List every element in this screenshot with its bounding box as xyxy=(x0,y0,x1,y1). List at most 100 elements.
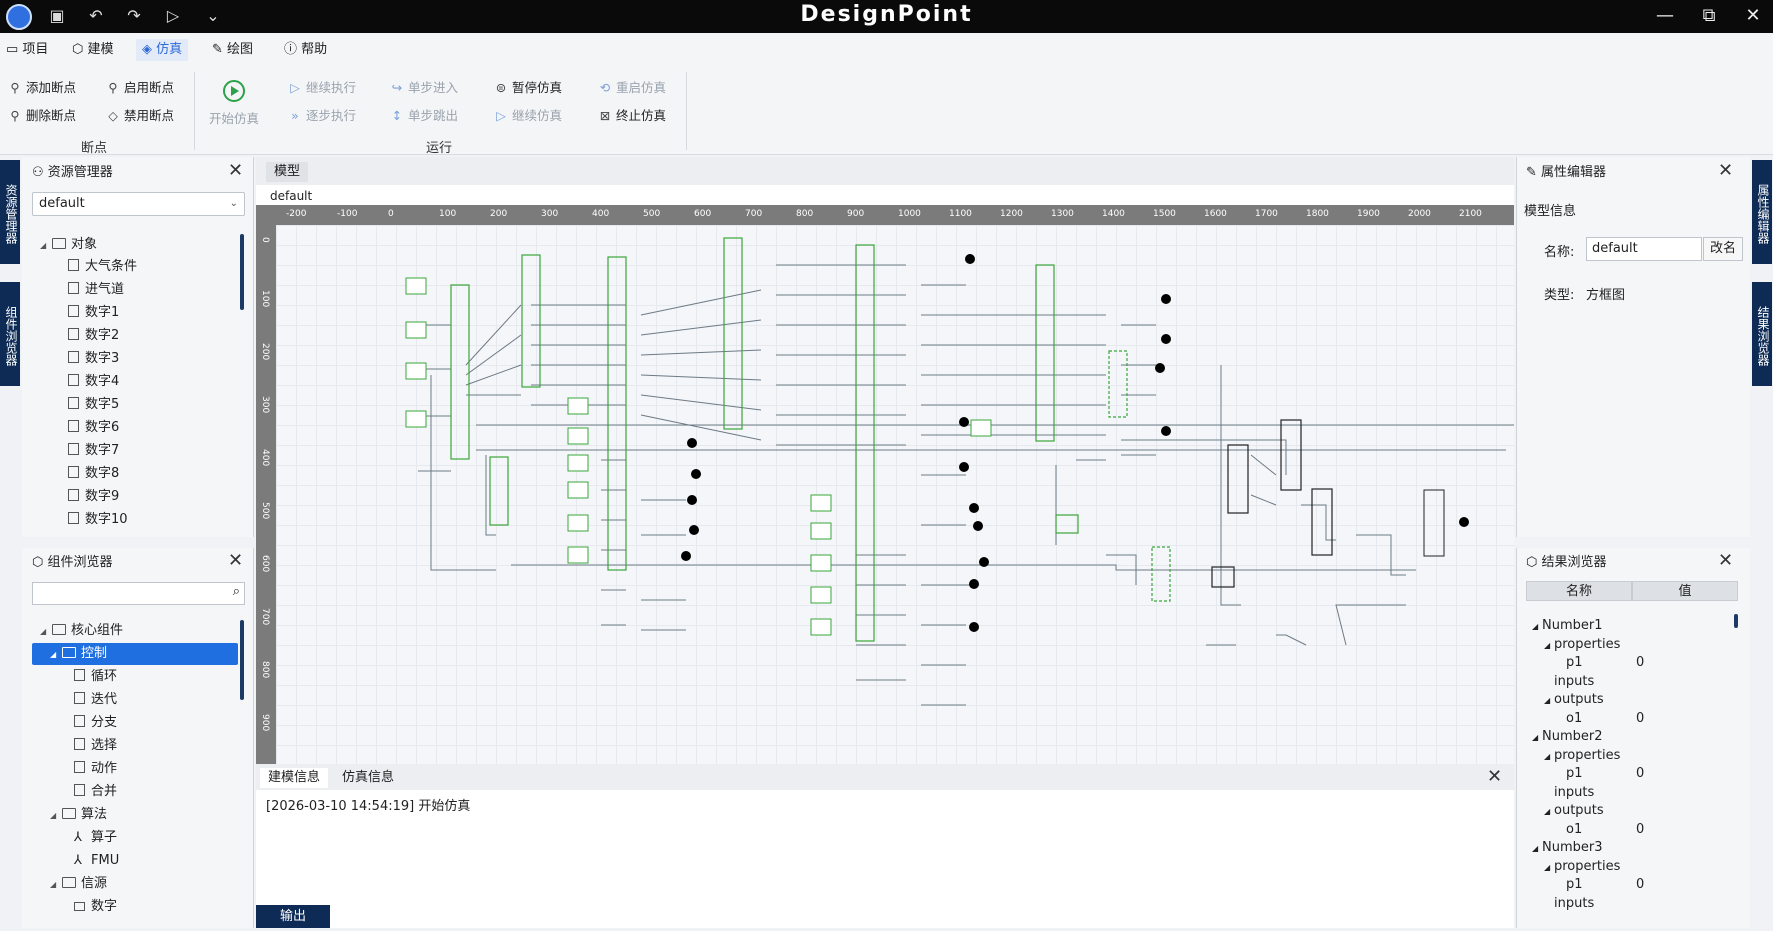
delete-breakpoint-button[interactable]: ⚲ 删除断点 xyxy=(8,106,76,126)
resource-select[interactable]: default ⌄ xyxy=(32,192,245,216)
canvas-tabbar xyxy=(256,157,1514,185)
tree-item-component[interactable]: ⅄ 算子 xyxy=(74,827,117,849)
start-sim-button[interactable]: 开始仿真 xyxy=(204,80,264,127)
ruler-tick-label: 300 xyxy=(541,209,559,219)
menu-modeling[interactable]: ⬡ 建模 xyxy=(66,39,120,61)
tree-item-object[interactable]: 大气条件 xyxy=(68,256,137,278)
tab-output[interactable]: 输出 xyxy=(256,905,330,928)
result-row[interactable]: ◢ properties xyxy=(1544,747,1620,765)
step-in-button[interactable]: ↪ 单步进入 xyxy=(390,78,458,98)
tree-item-object[interactable]: 数字2 xyxy=(68,325,119,347)
tree-item-label: 循环 xyxy=(91,669,118,684)
result-row[interactable]: p1 xyxy=(1556,765,1583,783)
vtab-component-browser[interactable]: 组件浏览器 xyxy=(0,282,20,386)
tree-item-component[interactable]: 分支 xyxy=(74,712,117,734)
result-row[interactable]: inputs xyxy=(1544,673,1594,691)
stop-sim-button[interactable]: ⊠ 终止仿真 xyxy=(598,106,666,126)
tree-item-object[interactable]: 数字5 xyxy=(68,394,119,416)
result-row[interactable]: ◢ properties xyxy=(1544,636,1620,654)
component-scrollbar[interactable] xyxy=(240,620,244,700)
restart-sim-button[interactable]: ⟲ 重启仿真 xyxy=(598,78,666,98)
menu-simulation[interactable]: ◈ 仿真 xyxy=(136,39,189,61)
tree-item-component[interactable]: 合并 xyxy=(74,781,117,803)
col-header-name[interactable]: 名称 xyxy=(1526,581,1632,601)
disable-breakpoint-button[interactable]: ◇ 禁用断点 xyxy=(106,106,174,126)
tree-folder-label: 信源 xyxy=(81,876,108,891)
close-icon[interactable]: ✕ xyxy=(228,550,243,571)
menu-help[interactable]: ⓘ 帮助 xyxy=(278,39,333,61)
expand-icon: ◢ xyxy=(1532,844,1539,853)
tab-sim-info[interactable]: 仿真信息 xyxy=(334,768,402,788)
tree-item-object[interactable]: 进气道 xyxy=(68,279,124,301)
start-sim-label: 开始仿真 xyxy=(208,111,259,126)
model-diagram[interactable] xyxy=(276,225,1514,764)
tree-item-label: 数字8 xyxy=(85,466,120,481)
result-row[interactable]: ◢ Number1 xyxy=(1532,617,1603,635)
tree-item-object[interactable]: 数字4 xyxy=(68,371,119,393)
vtab-component-label: 组件浏览器 xyxy=(4,306,18,366)
tree-item-object[interactable]: 数字8 xyxy=(68,463,119,485)
tree-item-component[interactable]: 数字 xyxy=(74,896,117,918)
result-scrollbar[interactable] xyxy=(1734,614,1738,628)
tree-item-object[interactable]: 数字1 xyxy=(68,302,119,324)
close-icon[interactable]: ✕ xyxy=(1487,766,1502,787)
pause-sim-button[interactable]: ⊜ 暂停仿真 xyxy=(494,78,562,98)
result-row[interactable]: ◢ Number3 xyxy=(1532,839,1603,857)
minimize-icon[interactable]: — xyxy=(1650,3,1680,29)
tree-item-object[interactable]: 数字3 xyxy=(68,348,119,370)
menu-project-label: 项目 xyxy=(22,42,49,57)
tree-folder-algo[interactable]: ◢ 算法 xyxy=(50,804,107,826)
tree-item-object[interactable]: 数字10 xyxy=(68,509,128,531)
tree-item-object[interactable]: 数字7 xyxy=(68,440,119,462)
result-row[interactable]: p1 xyxy=(1556,654,1583,672)
tree-item-object[interactable]: 数字6 xyxy=(68,417,119,439)
enable-breakpoint-button[interactable]: ⚲ 启用断点 xyxy=(106,78,174,98)
continue-exec-button[interactable]: ▷ 继续执行 xyxy=(288,78,356,98)
result-row[interactable]: o1 xyxy=(1556,821,1582,839)
menu-project[interactable]: ▭ 项目 xyxy=(0,39,54,61)
tree-item-component[interactable]: 迭代 xyxy=(74,689,117,711)
close-icon[interactable]: ✕ xyxy=(1718,550,1733,571)
tree-folder-control[interactable]: ◢ 控制 xyxy=(50,643,107,665)
tree-folder-core[interactable]: ◢ 核心组件 xyxy=(40,620,123,642)
tree-folder-objects[interactable]: ◢ 对象 xyxy=(40,234,97,256)
result-row[interactable]: ◢ Number2 xyxy=(1532,728,1603,746)
rename-button[interactable]: 改名 xyxy=(1703,237,1744,261)
result-row[interactable]: ◢ outputs xyxy=(1544,802,1604,820)
close-icon[interactable]: ✕ xyxy=(228,160,243,181)
result-row[interactable]: inputs xyxy=(1544,895,1594,913)
result-label: p1 xyxy=(1566,766,1583,781)
resource-scrollbar[interactable] xyxy=(240,234,244,310)
tab-modeling-info[interactable]: 建模信息 xyxy=(260,768,329,788)
restart-sim-label: 重启仿真 xyxy=(616,80,667,95)
result-row[interactable]: inputs xyxy=(1544,784,1594,802)
expand-icon: ◢ xyxy=(1544,640,1551,650)
restore-icon[interactable]: ⧉ xyxy=(1694,3,1724,29)
menu-drawing[interactable]: ✎ 绘图 xyxy=(206,39,259,61)
tree-item-component[interactable]: 选择 xyxy=(74,735,117,757)
tab-model[interactable]: 模型 xyxy=(266,162,309,182)
tree-folder-source[interactable]: ◢ 信源 xyxy=(50,873,107,895)
component-search-input[interactable]: ⌕ xyxy=(32,582,245,605)
col-header-value[interactable]: 值 xyxy=(1632,581,1738,601)
tree-item-component[interactable]: 循环 xyxy=(74,666,117,688)
expand-icon: ◢ xyxy=(50,650,57,659)
step-exec-button[interactable]: » 逐步执行 xyxy=(288,106,356,126)
result-row[interactable]: p1 xyxy=(1556,876,1583,894)
result-row[interactable]: ◢ outputs xyxy=(1544,691,1604,709)
tree-item-component[interactable]: 动作 xyxy=(74,758,117,780)
vtab-resource-manager[interactable]: 资源管理器 xyxy=(0,160,20,264)
result-row[interactable]: o1 xyxy=(1556,710,1582,728)
continue-sim-button[interactable]: ▷ 继续仿真 xyxy=(494,106,562,126)
name-field[interactable]: default xyxy=(1586,237,1702,261)
tree-item-component[interactable]: ⅄ FMU xyxy=(74,850,119,872)
step-out-button[interactable]: ↕ 单步跳出 xyxy=(390,106,458,126)
vtab-result-browser[interactable]: 结果浏览器 xyxy=(1752,282,1772,386)
close-icon[interactable]: ✕ xyxy=(1718,160,1733,181)
close-icon[interactable]: ✕ xyxy=(1738,3,1768,29)
add-breakpoint-button[interactable]: ⚲ 添加断点 xyxy=(8,78,76,98)
result-row[interactable]: ◢ properties xyxy=(1544,858,1620,876)
vtab-property-editor[interactable]: 属性编辑器 xyxy=(1752,160,1772,264)
continue-exec-label: 继续执行 xyxy=(306,80,357,95)
tree-item-object[interactable]: 数字9 xyxy=(68,486,119,508)
